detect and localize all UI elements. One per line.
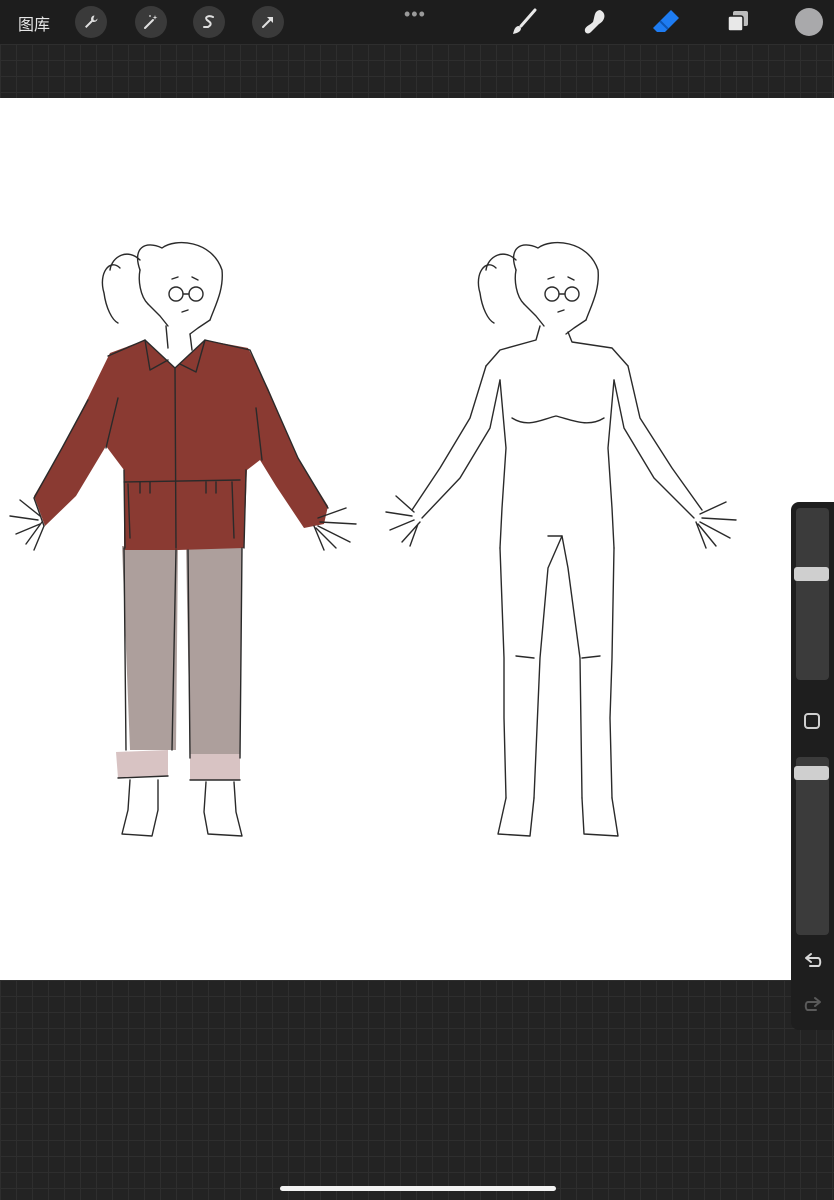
opacity-thumb[interactable] xyxy=(794,766,829,780)
top-toolbar: 图库 ••• xyxy=(0,0,834,44)
workspace-background-bottom xyxy=(0,980,834,1200)
transform-arrow-icon xyxy=(262,17,273,28)
transform-button[interactable] xyxy=(252,6,284,38)
shirt-fill xyxy=(34,340,328,550)
base-figure xyxy=(385,241,737,837)
smudge-icon[interactable] xyxy=(580,7,610,37)
clothed-figure xyxy=(9,241,357,837)
brush-icon[interactable] xyxy=(509,7,539,37)
opacity-slider[interactable] xyxy=(794,757,829,935)
wrench-icon xyxy=(85,15,98,28)
magic-wand-icon xyxy=(144,15,158,29)
adjustments-button[interactable] xyxy=(135,6,167,38)
gallery-button[interactable]: 图库 xyxy=(18,11,50,35)
sketch-artwork xyxy=(9,241,737,837)
drawing-canvas[interactable] xyxy=(0,98,834,980)
cuff-fill xyxy=(116,750,240,780)
brush-size-slider[interactable] xyxy=(794,508,829,680)
sidebar-controls xyxy=(791,502,834,1030)
brush-size-thumb[interactable] xyxy=(794,567,829,581)
eraser-icon[interactable] xyxy=(651,7,681,37)
color-picker-button[interactable] xyxy=(795,8,823,36)
pants-fill xyxy=(122,546,242,756)
home-indicator[interactable] xyxy=(280,1186,556,1191)
workspace-background-top xyxy=(0,44,834,98)
redo-icon[interactable] xyxy=(802,994,824,1016)
undo-icon[interactable] xyxy=(802,950,824,972)
more-options-icon[interactable]: ••• xyxy=(404,4,426,25)
modify-button[interactable] xyxy=(804,713,820,729)
selection-icon xyxy=(203,15,214,28)
layers-icon[interactable] xyxy=(723,7,753,37)
selection-button[interactable] xyxy=(193,6,225,38)
actions-button[interactable] xyxy=(75,6,107,38)
